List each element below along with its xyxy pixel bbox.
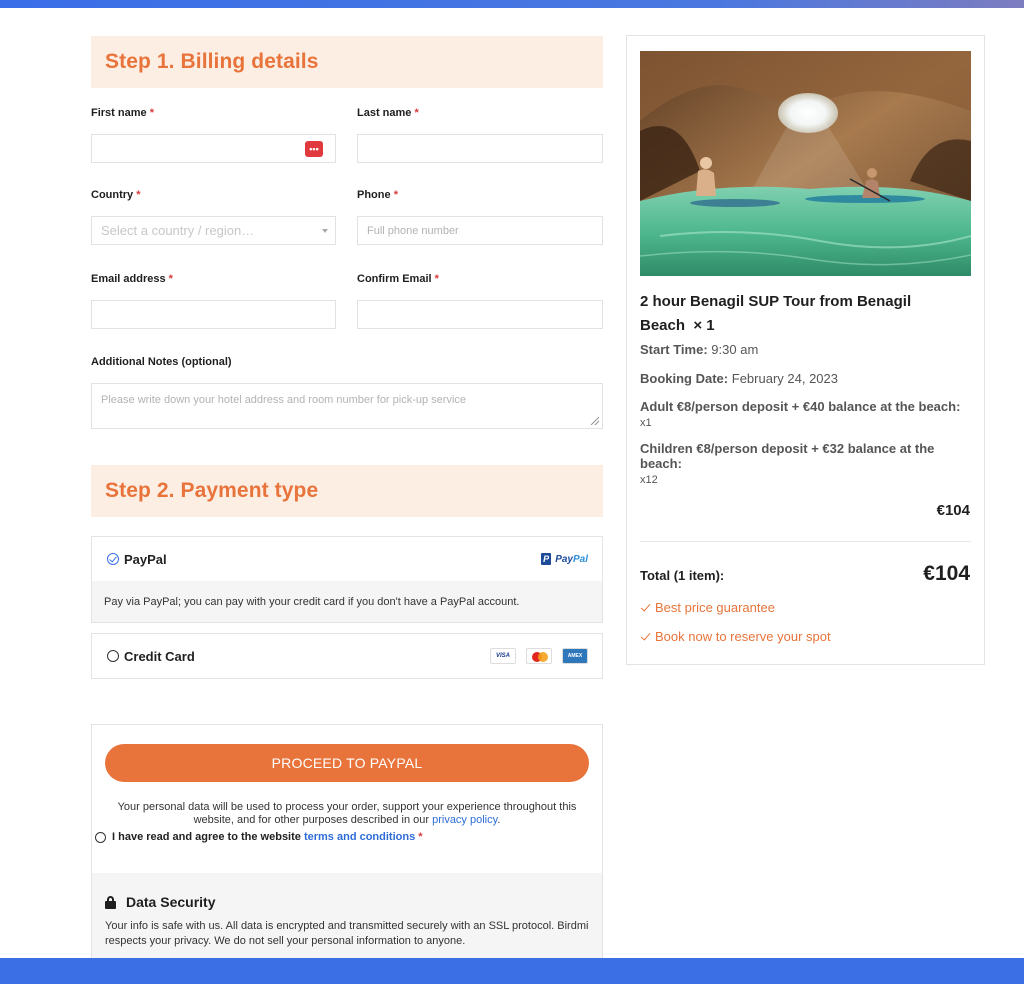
tour-photo xyxy=(640,51,971,276)
payment-header: Step 2. Payment type xyxy=(91,465,603,517)
checkmark-icon xyxy=(640,602,651,613)
last-name-label: Last name * xyxy=(357,107,419,119)
confirm-email-label: Confirm Email * xyxy=(357,273,439,285)
paypal-option-header[interactable]: PayPal P Pay Pal xyxy=(92,537,602,581)
email-row: Email address * Confirm Email * xyxy=(91,273,603,329)
tour-title: 2 hour Benagil SUP Tour from Benagil Bea… xyxy=(640,293,912,334)
data-security-title: Data Security xyxy=(105,894,589,910)
amex-icon: AMEX xyxy=(562,648,588,664)
agree-radio-icon[interactable] xyxy=(95,831,106,843)
notes-label: Additional Notes (optional) xyxy=(91,356,232,368)
proceed-to-paypal-button[interactable]: PROCEED TO PAYPAL xyxy=(105,744,589,782)
lock-icon xyxy=(105,895,116,909)
credit-card-option[interactable]: Credit Card VISA AMEX xyxy=(91,633,603,679)
country-select[interactable]: Select a country / region… xyxy=(91,216,336,245)
paypal-logo: P Pay Pal xyxy=(541,553,588,565)
first-name-label: First name * xyxy=(91,107,154,119)
confirm-email-input[interactable] xyxy=(357,300,603,329)
summary-divider xyxy=(640,541,971,542)
terms-link[interactable]: terms and conditions xyxy=(304,831,415,843)
billing-heading: Step 1. Billing details xyxy=(105,50,319,73)
subtotal-value: €104 xyxy=(936,502,970,519)
notes-textarea[interactable]: Please write down your hotel address and… xyxy=(91,383,603,429)
paypal-description: Pay via PayPal; you can pay with your cr… xyxy=(92,581,602,622)
checkmark-icon xyxy=(640,631,651,642)
confirm-email-field: Confirm Email * xyxy=(357,273,603,329)
email-input[interactable] xyxy=(91,300,336,329)
country-phone-row: Country * Select a country / region… Pho… xyxy=(91,189,603,245)
data-security-panel: Data Security Your info is safe with us.… xyxy=(92,873,602,968)
visa-icon: VISA xyxy=(490,648,516,664)
agree-text: I have read and agree to the website xyxy=(112,831,301,843)
privacy-policy-link[interactable]: privacy policy xyxy=(432,814,497,826)
perk-book-now: Book now to reserve your spot xyxy=(640,629,831,644)
checked-radio-icon[interactable] xyxy=(107,553,119,565)
top-accent-strip xyxy=(0,0,1024,8)
resize-handle-icon[interactable] xyxy=(591,417,599,425)
credit-card-label: Credit Card xyxy=(124,648,195,664)
data-security-text: Your info is safe with us. All data is e… xyxy=(105,920,589,947)
radio-icon[interactable] xyxy=(107,650,119,662)
last-name-field: Last name * xyxy=(357,107,603,163)
paypal-option[interactable]: PayPal P Pay Pal Pay via PayPal; you can … xyxy=(91,536,603,623)
phone-field: Phone * Full phone number xyxy=(357,189,603,245)
country-field: Country * Select a country / region… xyxy=(91,189,336,245)
country-placeholder: Select a country / region… xyxy=(101,223,255,238)
country-label: Country * xyxy=(91,189,141,201)
start-time: Start Time: 9:30 am xyxy=(640,342,759,357)
phone-input[interactable]: Full phone number xyxy=(357,216,603,245)
last-name-input[interactable] xyxy=(357,134,603,163)
credit-card-option-name: Credit Card xyxy=(107,649,195,664)
footer-band xyxy=(0,958,1024,984)
paypal-label: PayPal xyxy=(124,551,167,567)
phone-placeholder: Full phone number xyxy=(367,224,459,237)
tour-quantity: × 1 xyxy=(693,317,715,334)
payment-heading: Step 2. Payment type xyxy=(105,479,319,502)
adult-qty: x1 xyxy=(640,417,652,429)
checkout-box: PROCEED TO PAYPAL Your personal data wil… xyxy=(91,724,603,969)
phone-label: Phone * xyxy=(357,189,398,201)
children-line: Children €8/person deposit + €32 balance… xyxy=(640,441,935,486)
name-row: First name * ••• Last name * xyxy=(91,107,603,163)
terms-agreement[interactable]: I have read and agree to the website ter… xyxy=(92,831,602,843)
billing-header: Step 1. Billing details xyxy=(91,36,603,88)
total-value: €104 xyxy=(923,562,970,585)
email-field: Email address * xyxy=(91,273,336,329)
credit-card-option-header[interactable]: Credit Card VISA AMEX xyxy=(92,634,602,678)
password-manager-icon[interactable]: ••• xyxy=(305,141,323,157)
children-qty: x12 xyxy=(640,474,658,486)
checkout-form: Step 1. Billing details First name * •••… xyxy=(91,36,603,969)
booking-date: Booking Date: February 24, 2023 xyxy=(640,371,838,386)
card-logos: VISA AMEX xyxy=(490,648,588,664)
order-summary: 2 hour Benagil SUP Tour from Benagil Bea… xyxy=(626,35,985,665)
notes-field: Additional Notes (optional) Please write… xyxy=(91,356,603,429)
first-name-input[interactable]: ••• xyxy=(91,134,336,163)
paypal-mark-icon: P xyxy=(541,553,552,565)
privacy-notice: Your personal data will be used to proce… xyxy=(117,801,577,826)
chevron-down-icon xyxy=(322,229,328,233)
perk-best-price: Best price guarantee xyxy=(640,600,775,615)
mastercard-icon xyxy=(526,648,552,664)
paypal-option-name: PayPal xyxy=(107,552,167,567)
first-name-field: First name * ••• xyxy=(91,107,336,163)
total-label: Total (1 item): xyxy=(640,568,725,583)
adult-line: Adult €8/person deposit + €40 balance at… xyxy=(640,399,961,429)
notes-placeholder: Please write down your hotel address and… xyxy=(101,394,467,406)
email-label: Email address * xyxy=(91,273,173,285)
